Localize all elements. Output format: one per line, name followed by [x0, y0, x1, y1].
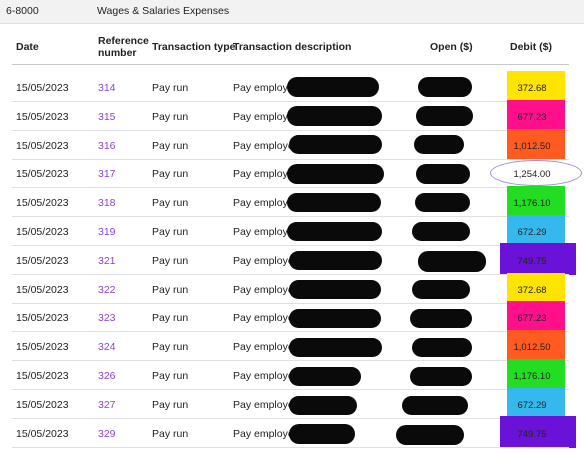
cell-reference-link[interactable]: 327	[98, 399, 116, 411]
redaction-mark-description	[289, 280, 381, 299]
account-header-row: 6-8000 Wages & Salaries Expenses	[0, 0, 584, 24]
cell-type: Pay run	[152, 399, 189, 411]
cell-reference-link[interactable]: 317	[98, 168, 116, 180]
account-code: 6-8000	[6, 5, 39, 17]
cell-date: 15/05/2023	[16, 312, 69, 324]
column-header-open: Open ($)	[430, 41, 473, 53]
cell-date: 15/05/2023	[16, 341, 69, 353]
cell-date: 15/05/2023	[16, 82, 69, 94]
cell-date: 15/05/2023	[16, 226, 69, 238]
redaction-mark-open	[416, 106, 473, 126]
redaction-mark-description	[287, 106, 382, 126]
cell-date: 15/05/2023	[16, 255, 69, 267]
redaction-mark-description	[289, 367, 361, 386]
cell-debit: 1,176.10	[513, 371, 551, 382]
cell-date: 15/05/2023	[16, 111, 69, 123]
redaction-mark-open	[418, 77, 472, 97]
redaction-mark-description	[287, 77, 379, 97]
column-header-date: Date	[16, 41, 39, 53]
redaction-mark-description	[289, 338, 382, 357]
cell-reference-link[interactable]: 318	[98, 197, 116, 209]
cell-date: 15/05/2023	[16, 197, 69, 209]
cell-reference-link[interactable]: 323	[98, 312, 116, 324]
column-header-debit: Debit ($)	[510, 41, 552, 53]
cell-date: 15/05/2023	[16, 399, 69, 411]
cell-type: Pay run	[152, 255, 189, 267]
cell-type: Pay run	[152, 428, 189, 440]
header-divider	[12, 64, 569, 65]
redaction-mark-open	[412, 222, 470, 241]
column-header-reference-line1: Reference	[98, 35, 149, 47]
cell-date: 15/05/2023	[16, 284, 69, 296]
cell-reference-link[interactable]: 315	[98, 111, 116, 123]
row-divider	[12, 447, 569, 448]
redaction-mark-open	[410, 309, 472, 328]
redaction-mark-description	[289, 396, 357, 415]
cell-type: Pay run	[152, 111, 189, 123]
redaction-mark-open	[396, 425, 464, 445]
cell-type: Pay run	[152, 370, 189, 382]
cell-reference-link[interactable]: 316	[98, 140, 116, 152]
ledger-table: 6-8000 Wages & Salaries Expenses Date Re…	[0, 0, 584, 452]
redaction-mark-open	[402, 396, 468, 415]
cell-type: Pay run	[152, 284, 189, 296]
redaction-mark-open	[415, 193, 470, 212]
cell-description: Pay employe	[233, 168, 294, 180]
cell-debit: 677.23	[517, 313, 547, 324]
column-header-reference: Reference number	[98, 35, 149, 59]
cell-debit: 372.68	[517, 285, 547, 296]
cell-reference-link[interactable]: 324	[98, 341, 116, 353]
cell-debit: 672.29	[517, 400, 547, 411]
redaction-mark-description	[287, 193, 381, 212]
cell-type: Pay run	[152, 341, 189, 353]
cell-debit: 1,176.10	[513, 198, 551, 209]
cell-reference-link[interactable]: 319	[98, 226, 116, 238]
redaction-mark-open	[412, 338, 472, 357]
redaction-mark-description	[289, 251, 382, 270]
cell-date: 15/05/2023	[16, 428, 69, 440]
cell-debit: 1,012.50	[513, 342, 551, 353]
cell-type: Pay run	[152, 226, 189, 238]
redaction-mark-description	[289, 309, 381, 328]
redaction-mark-open	[412, 280, 470, 299]
cell-reference-link[interactable]: 322	[98, 284, 116, 296]
redaction-mark-description	[287, 222, 382, 241]
cell-type: Pay run	[152, 168, 189, 180]
cell-debit: 1,012.50	[513, 141, 551, 152]
redaction-mark-description	[289, 135, 382, 154]
redaction-mark-open	[410, 367, 472, 386]
cell-reference-link[interactable]: 326	[98, 370, 116, 382]
column-header-reference-line2: number	[98, 47, 137, 59]
cell-date: 15/05/2023	[16, 140, 69, 152]
column-header-description: Transaction description	[233, 41, 352, 53]
cell-date: 15/05/2023	[16, 168, 69, 180]
cell-debit: 749.75	[517, 256, 547, 267]
cell-debit: 677.23	[517, 112, 547, 123]
cell-reference-link[interactable]: 329	[98, 428, 116, 440]
cell-debit: 672.29	[517, 227, 547, 238]
cell-debit: 372.68	[517, 83, 547, 94]
redaction-mark-description	[287, 164, 384, 184]
redaction-mark-description	[289, 424, 355, 444]
cell-type: Pay run	[152, 197, 189, 209]
cell-debit: 749.75	[517, 429, 547, 440]
cell-date: 15/05/2023	[16, 370, 69, 382]
redaction-mark-open	[418, 251, 486, 272]
column-header-type: Transaction type	[152, 41, 236, 53]
cell-debit: 1,254.00	[513, 169, 551, 180]
account-name: Wages & Salaries Expenses	[97, 5, 230, 17]
cell-type: Pay run	[152, 82, 189, 94]
cell-reference-link[interactable]: 314	[98, 82, 116, 94]
cell-reference-link[interactable]: 321	[98, 255, 116, 267]
redaction-mark-open	[416, 164, 470, 184]
cell-type: Pay run	[152, 312, 189, 324]
cell-type: Pay run	[152, 140, 189, 152]
redaction-mark-open	[414, 135, 464, 154]
